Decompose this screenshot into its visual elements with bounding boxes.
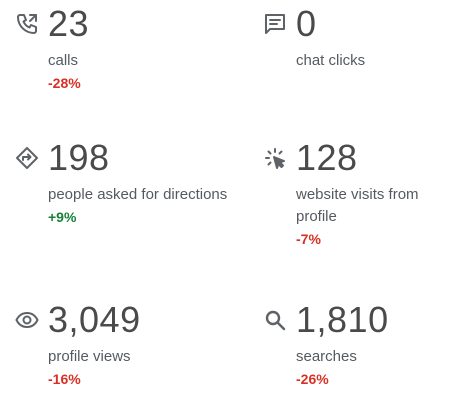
search-icon — [262, 307, 288, 333]
chat-clicks-value: 0 — [296, 3, 317, 44]
searches-label: searches — [296, 348, 357, 365]
directions-value: 198 — [48, 137, 110, 178]
metric-searches: 1,810 searches -26% — [262, 300, 451, 389]
chat-icon — [262, 11, 288, 37]
website-visits-value: 128 — [296, 137, 358, 178]
metric-website-visits: 128 website visits from profile -7% — [262, 138, 447, 249]
directions-label: people asked for directions — [48, 186, 228, 203]
chat-clicks-label: chat clicks — [296, 52, 366, 69]
metric-chat-clicks: 0 chat clicks — [262, 4, 451, 72]
searches-value: 1,810 — [296, 299, 389, 340]
website-visits-change: -7% — [296, 231, 321, 247]
directions-icon — [14, 145, 40, 171]
calls-value: 23 — [48, 3, 90, 44]
profile-views-label: profile views — [48, 348, 131, 365]
phone-icon — [14, 11, 40, 37]
searches-change: -26% — [296, 371, 329, 387]
metric-directions: 198 people asked for directions +9% — [14, 138, 254, 227]
profile-views-change: -16% — [48, 371, 81, 387]
directions-change: +9% — [48, 209, 77, 225]
profile-views-value: 3,049 — [48, 299, 141, 340]
calls-label: calls — [48, 52, 79, 69]
click-icon — [262, 145, 288, 171]
website-visits-label: website visits from profile — [296, 186, 419, 225]
eye-icon — [14, 307, 40, 333]
calls-change: -28% — [48, 75, 81, 91]
metric-profile-views: 3,049 profile views -16% — [14, 300, 224, 389]
metric-calls: 23 calls -28% — [14, 4, 224, 93]
